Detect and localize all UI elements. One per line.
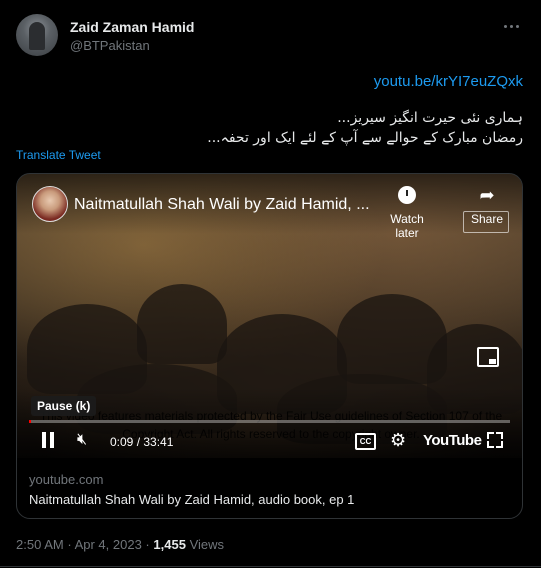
tweet-text-line: ہماری نئی حیرت انگیز سیریز... (337, 110, 523, 126)
video-card[interactable]: Naitmatullah Shah Wali by Zaid Hamid, ..… (16, 173, 523, 519)
tweet-link[interactable]: youtu.be/krYI7euZQxk (374, 73, 523, 90)
mute-icon[interactable]: 🔇︎ (77, 431, 87, 449)
time-display: 0:09 / 33:41 (110, 435, 174, 449)
tweet-text: ہماری نئی حیرت انگیز سیریز... رمضان مبار… (43, 108, 523, 148)
settings-gear-icon[interactable]: ⚙ (390, 430, 406, 451)
player-controls: 🔇︎ 0:09 / 33:41 CC ⚙ YouTube (17, 426, 522, 456)
video-player[interactable]: Naitmatullah Shah Wali by Zaid Hamid, ..… (17, 174, 522, 458)
channel-avatar[interactable] (32, 186, 68, 222)
pause-tooltip: Pause (k) (31, 396, 97, 416)
picture-in-picture-icon[interactable] (477, 347, 499, 367)
video-title[interactable]: Naitmatullah Shah Wali by Zaid Hamid, ..… (74, 196, 370, 214)
youtube-logo[interactable]: YouTube (423, 432, 482, 449)
share-arrow-icon: ➦ (479, 185, 495, 205)
card-title[interactable]: Naitmatullah Shah Wali by Zaid Hamid, au… (29, 492, 354, 507)
card-domain: youtube.com (29, 472, 104, 487)
tweet-meta: 2:50 AM · Apr 4, 2023 · 1,455 Views (16, 537, 224, 552)
translate-tweet-link[interactable]: Translate Tweet (16, 148, 101, 162)
tweet-time[interactable]: 2:50 AM (16, 537, 64, 552)
clock-icon (398, 186, 416, 204)
fullscreen-icon[interactable] (487, 432, 503, 448)
views-label: Views (189, 537, 225, 552)
author-avatar[interactable] (16, 14, 58, 56)
tweet-text-line: رمضان مبارک کے حوالے سے آپ کے لئے ایک او… (207, 130, 523, 146)
meta-separator: · (145, 537, 150, 552)
progress-bar[interactable] (29, 420, 510, 423)
watch-later-button[interactable]: Watch later (377, 186, 437, 240)
author-handle[interactable]: @BTPakistan (70, 38, 150, 53)
captions-icon[interactable]: CC (355, 433, 376, 450)
watch-later-label: Watch later (390, 212, 424, 240)
author-name[interactable]: Zaid Zaman Hamid (70, 19, 194, 35)
meta-separator: · (67, 537, 72, 552)
tweet-date[interactable]: Apr 4, 2023 (75, 537, 142, 552)
view-count: 1,455 (153, 537, 186, 552)
more-options-icon[interactable] (499, 14, 523, 38)
pause-icon[interactable] (41, 432, 55, 448)
